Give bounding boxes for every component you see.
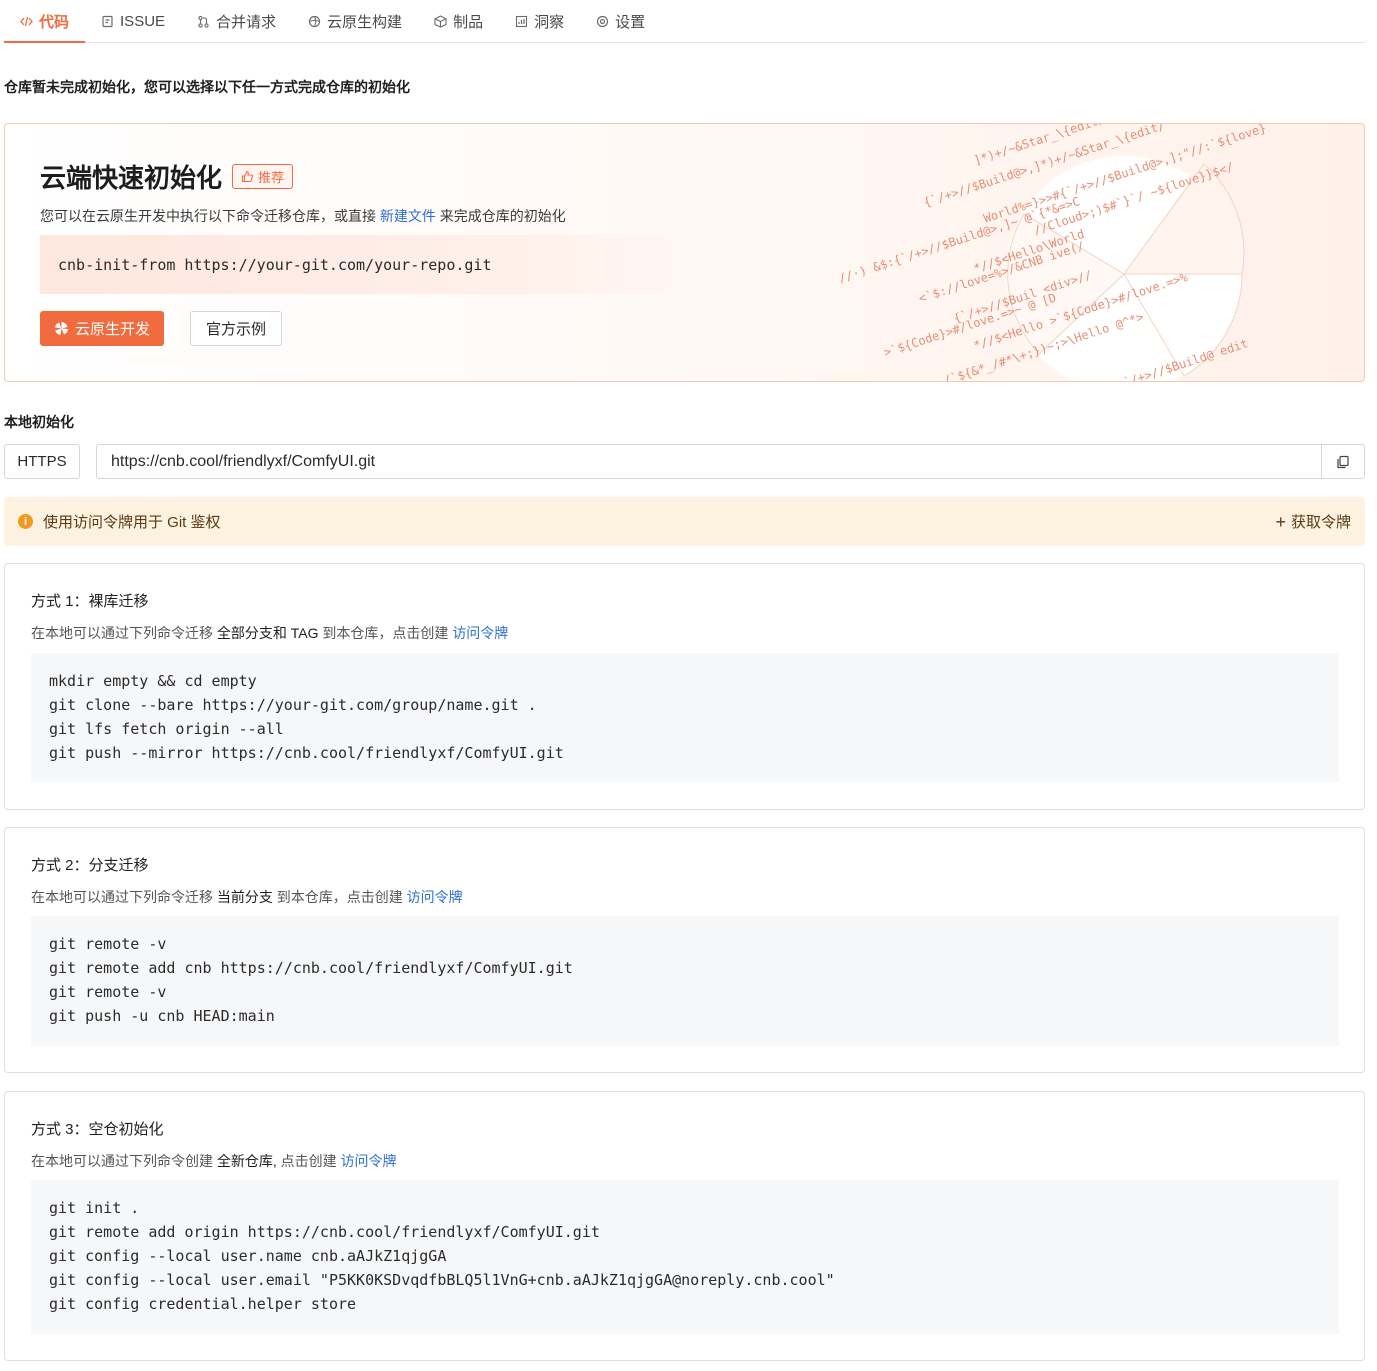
thumbs-up-icon	[241, 170, 254, 183]
new-file-link[interactable]: 新建文件	[380, 208, 436, 224]
desc-text: 到本仓库，点击创建	[322, 625, 449, 641]
protocol-select[interactable]: HTTPS	[4, 444, 80, 479]
code-line: git remote add cnb https://cnb.cool/frie…	[49, 959, 573, 977]
code-line: git remote -v	[49, 983, 167, 1001]
tab-label: 合并请求	[216, 13, 277, 31]
tab-merge-request[interactable]: 合并请求	[181, 0, 292, 42]
code-line: mkdir empty && cd empty	[49, 672, 257, 690]
code-line: git lfs fetch origin --all	[49, 720, 284, 738]
tab-code[interactable]: 代码	[4, 0, 86, 43]
desc-text: 来完成仓库的初始化	[439, 208, 566, 224]
code-line: git init .	[49, 1199, 140, 1217]
clone-url-box	[96, 444, 1365, 479]
package-icon	[434, 14, 447, 28]
code-block: mkdir empty && cd empty git clone --bare…	[31, 653, 1339, 782]
tab-package[interactable]: 制品	[418, 0, 499, 42]
code-line: git config --local user.name cnb.aAJkZ1q…	[49, 1247, 447, 1265]
code-line: git config --local user.email "P5KK0KSDv…	[49, 1271, 835, 1289]
tab-label: ISSUE	[120, 12, 166, 30]
access-token-link[interactable]: 访问令牌	[452, 625, 508, 641]
code-block: git init . git remote add origin https:/…	[31, 1180, 1339, 1334]
desc-text: 您可以在云原生开发中执行以下命令迁移仓库，或直接	[40, 208, 376, 224]
get-token-button[interactable]: + 获取令牌	[1275, 511, 1351, 532]
method-description: 在本地可以通过下列命令创建 全新仓库, 点击创建 访问令牌	[31, 1151, 397, 1171]
method-description: 在本地可以通过下列命令迁移 全部分支和 TAG 到本仓库，点击创建 访问令牌	[31, 623, 508, 643]
pinwheel-icon	[54, 322, 68, 335]
code-pattern-decoration: ]*)+/~&Star_\{edit/ {`/+>//$Build@>,]*)+…	[824, 124, 1364, 381]
copy-icon	[1337, 455, 1349, 468]
cloud-init-description: 您可以在云原生开发中执行以下命令迁移仓库，或直接 新建文件 来完成仓库的初始化	[40, 206, 566, 226]
cloud-init-card: ]*)+/~&Star_\{edit/ {`/+>//$Build@>,]*)+…	[4, 123, 1365, 382]
tab-label: 洞察	[534, 13, 565, 31]
token-hint-bar: i 使用访问令牌用于 Git 鉴权 + 获取令牌	[4, 497, 1365, 546]
method-title: 方式 1：裸库迁移	[31, 593, 149, 610]
recommend-badge: 推荐	[232, 164, 294, 189]
desc-text: 点击创建	[280, 1153, 337, 1169]
code-line: git remote -v	[49, 935, 167, 953]
desc-text: 在本地可以通过下列命令迁移	[31, 625, 213, 641]
method-card-empty-init: 方式 3：空仓初始化 在本地可以通过下列命令创建 全新仓库, 点击创建 访问令牌…	[4, 1091, 1365, 1361]
desc-highlight: 当前分支	[216, 889, 273, 905]
tab-issue[interactable]: ISSUE	[85, 0, 181, 42]
clone-url-input[interactable]	[97, 445, 1321, 478]
cloud-init-command: cnb-init-from https://your-git.com/your-…	[40, 235, 720, 294]
code-line: git clone --bare https://your-git.com/gr…	[49, 696, 537, 714]
cloud-native-dev-button[interactable]: 云原生开发	[40, 311, 164, 346]
tab-settings[interactable]: 设置	[580, 0, 661, 42]
cloud-init-title: 云端快速初始化 推荐	[40, 158, 294, 195]
tab-build[interactable]: 云原生构建	[292, 0, 418, 42]
method-title: 方式 3：空仓初始化	[31, 1121, 164, 1138]
code-line: git push -u cnb HEAD:main	[49, 1007, 275, 1025]
gear-icon	[596, 15, 609, 28]
method-description: 在本地可以通过下列命令迁移 当前分支 到本仓库，点击创建 访问令牌	[31, 887, 463, 907]
desc-text: 到本仓库，点击创建	[276, 889, 403, 905]
access-token-link[interactable]: 访问令牌	[407, 889, 463, 905]
desc-highlight: 全新仓库,	[216, 1153, 277, 1169]
code-icon	[20, 15, 33, 28]
tab-label: 代码	[39, 13, 70, 31]
issue-icon	[101, 15, 114, 28]
repo-tabs: 代码 ISSUE 合并请求 云原生构建 制品 洞察 设置	[4, 0, 1365, 43]
local-init-title: 本地初始化	[4, 414, 74, 430]
badge-label: 推荐	[258, 170, 285, 185]
copy-button[interactable]	[1321, 445, 1364, 478]
official-example-button[interactable]: 官方示例	[190, 311, 282, 346]
merge-request-icon	[197, 15, 210, 28]
access-token-link[interactable]: 访问令牌	[341, 1153, 397, 1169]
desc-text: 在本地可以通过下列命令创建	[31, 1153, 213, 1169]
desc-highlight: 全部分支和 TAG	[216, 625, 319, 641]
tab-label: 制品	[453, 13, 484, 31]
get-token-label: 获取令牌	[1290, 514, 1351, 531]
method-card-bare-migration: 方式 1：裸库迁移 在本地可以通过下列命令迁移 全部分支和 TAG 到本仓库，点…	[4, 563, 1365, 810]
token-hint-text: 使用访问令牌用于 Git 鉴权	[43, 514, 221, 531]
init-notice: 仓库暂未完成初始化，您可以选择以下任一方式完成仓库的初始化	[4, 79, 410, 95]
insight-icon	[515, 15, 528, 28]
code-block: git remote -v git remote add cnb https:/…	[31, 916, 1339, 1046]
cloud-title-text: 云端快速初始化	[40, 163, 223, 193]
method-card-branch-migration: 方式 2：分支迁移 在本地可以通过下列命令迁移 当前分支 到本仓库，点击创建 访…	[4, 827, 1365, 1073]
desc-text: 在本地可以通过下列命令迁移	[31, 889, 213, 905]
build-icon	[308, 15, 321, 28]
info-icon: i	[18, 514, 33, 529]
plus-icon: +	[1275, 511, 1286, 532]
tab-label: 云原生构建	[327, 13, 403, 31]
button-label: 云原生开发	[74, 321, 150, 338]
tab-insight[interactable]: 洞察	[499, 0, 580, 42]
method-title: 方式 2：分支迁移	[31, 857, 149, 874]
code-line: git config credential.helper store	[49, 1295, 357, 1313]
code-line: git push --mirror https://cnb.cool/frien…	[49, 744, 564, 762]
tab-label: 设置	[615, 13, 646, 31]
code-line: git remote add origin https://cnb.cool/f…	[49, 1223, 600, 1241]
